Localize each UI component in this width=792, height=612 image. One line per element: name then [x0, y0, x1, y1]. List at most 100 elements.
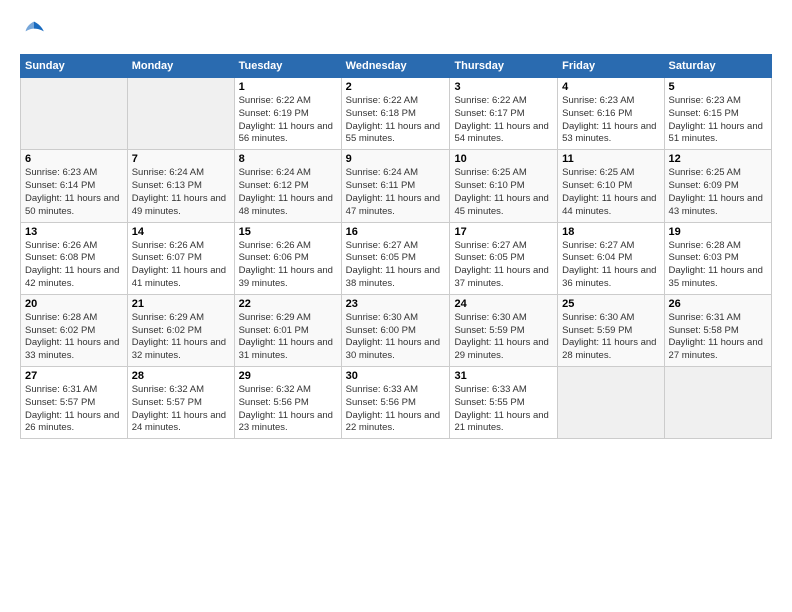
day-detail: Sunrise: 6:24 AM Sunset: 6:11 PM Dayligh…	[346, 167, 446, 218]
day-number: 13	[25, 226, 123, 238]
day-detail: Sunrise: 6:28 AM Sunset: 6:02 PM Dayligh…	[25, 312, 123, 363]
calendar-cell: 18 Sunrise: 6:27 AM Sunset: 6:04 PM Dayli…	[558, 222, 664, 294]
day-detail: Sunrise: 6:30 AM Sunset: 6:00 PM Dayligh…	[346, 312, 446, 363]
calendar-cell: 16 Sunrise: 6:27 AM Sunset: 6:05 PM Dayli…	[341, 222, 450, 294]
day-detail: Sunrise: 6:22 AM Sunset: 6:17 PM Dayligh…	[454, 95, 553, 146]
day-number: 12	[669, 153, 767, 165]
calendar-cell: 31 Sunrise: 6:33 AM Sunset: 5:55 PM Dayli…	[450, 367, 558, 439]
logo	[20, 16, 52, 44]
calendar-week-4: 27Sunrise: 6:31 AM Sunset: 5:57 PM Dayli…	[21, 367, 772, 439]
calendar-cell: 15 Sunrise: 6:26 AM Sunset: 6:06 PM Dayli…	[234, 222, 341, 294]
day-number: 3	[454, 81, 553, 93]
day-number: 21	[132, 298, 230, 310]
day-detail: Sunrise: 6:25 AM Sunset: 6:10 PM Dayligh…	[454, 167, 553, 218]
calendar-cell: 22Sunrise: 6:29 AM Sunset: 6:01 PM Dayli…	[234, 294, 341, 366]
day-detail: Sunrise: 6:24 AM Sunset: 6:12 PM Dayligh…	[239, 167, 337, 218]
calendar-cell: 10 Sunrise: 6:25 AM Sunset: 6:10 PM Dayli…	[450, 150, 558, 222]
day-number: 23	[346, 298, 446, 310]
calendar-cell	[127, 78, 234, 150]
day-number: 17	[454, 226, 553, 238]
calendar-cell: 7 Sunrise: 6:24 AM Sunset: 6:13 PM Daylig…	[127, 150, 234, 222]
calendar-week-1: 6 Sunrise: 6:23 AM Sunset: 6:14 PM Daylig…	[21, 150, 772, 222]
day-detail: Sunrise: 6:27 AM Sunset: 6:04 PM Dayligh…	[562, 240, 659, 291]
calendar-cell: 14 Sunrise: 6:26 AM Sunset: 6:07 PM Dayli…	[127, 222, 234, 294]
calendar-week-0: 1 Sunrise: 6:22 AM Sunset: 6:19 PM Daylig…	[21, 78, 772, 150]
calendar-week-2: 13 Sunrise: 6:26 AM Sunset: 6:08 PM Dayli…	[21, 222, 772, 294]
page: SundayMondayTuesdayWednesdayThursdayFrid…	[0, 0, 792, 612]
calendar-cell: 19 Sunrise: 6:28 AM Sunset: 6:03 PM Dayli…	[664, 222, 771, 294]
day-number: 31	[454, 370, 553, 382]
calendar-cell: 23 Sunrise: 6:30 AM Sunset: 6:00 PM Dayli…	[341, 294, 450, 366]
day-detail: Sunrise: 6:23 AM Sunset: 6:16 PM Dayligh…	[562, 95, 659, 146]
day-detail: Sunrise: 6:26 AM Sunset: 6:07 PM Dayligh…	[132, 240, 230, 291]
calendar-cell: 17 Sunrise: 6:27 AM Sunset: 6:05 PM Dayli…	[450, 222, 558, 294]
calendar-cell: 13 Sunrise: 6:26 AM Sunset: 6:08 PM Dayli…	[21, 222, 128, 294]
day-number: 19	[669, 226, 767, 238]
calendar-cell: 30Sunrise: 6:33 AM Sunset: 5:56 PM Dayli…	[341, 367, 450, 439]
day-number: 7	[132, 153, 230, 165]
day-number: 5	[669, 81, 767, 93]
day-detail: Sunrise: 6:24 AM Sunset: 6:13 PM Dayligh…	[132, 167, 230, 218]
day-number: 26	[669, 298, 767, 310]
day-detail: Sunrise: 6:33 AM Sunset: 5:56 PM Dayligh…	[346, 384, 446, 435]
day-detail: Sunrise: 6:25 AM Sunset: 6:10 PM Dayligh…	[562, 167, 659, 218]
day-number: 14	[132, 226, 230, 238]
calendar-cell	[21, 78, 128, 150]
day-detail: Sunrise: 6:32 AM Sunset: 5:56 PM Dayligh…	[239, 384, 337, 435]
calendar-cell: 29Sunrise: 6:32 AM Sunset: 5:56 PM Dayli…	[234, 367, 341, 439]
day-detail: Sunrise: 6:33 AM Sunset: 5:55 PM Dayligh…	[454, 384, 553, 435]
day-number: 10	[454, 153, 553, 165]
calendar-header-tuesday: Tuesday	[234, 55, 341, 78]
calendar-cell: 3 Sunrise: 6:22 AM Sunset: 6:17 PM Daylig…	[450, 78, 558, 150]
header	[20, 16, 772, 44]
day-number: 28	[132, 370, 230, 382]
calendar-cell: 20 Sunrise: 6:28 AM Sunset: 6:02 PM Dayli…	[21, 294, 128, 366]
day-number: 15	[239, 226, 337, 238]
calendar-cell	[664, 367, 771, 439]
day-detail: Sunrise: 6:27 AM Sunset: 6:05 PM Dayligh…	[454, 240, 553, 291]
calendar-header-sunday: Sunday	[21, 55, 128, 78]
day-detail: Sunrise: 6:26 AM Sunset: 6:08 PM Dayligh…	[25, 240, 123, 291]
calendar-cell: 26 Sunrise: 6:31 AM Sunset: 5:58 PM Dayli…	[664, 294, 771, 366]
day-number: 9	[346, 153, 446, 165]
calendar-cell: 21Sunrise: 6:29 AM Sunset: 6:02 PM Dayli…	[127, 294, 234, 366]
calendar-cell: 8 Sunrise: 6:24 AM Sunset: 6:12 PM Daylig…	[234, 150, 341, 222]
calendar-cell: 27Sunrise: 6:31 AM Sunset: 5:57 PM Dayli…	[21, 367, 128, 439]
day-detail: Sunrise: 6:23 AM Sunset: 6:14 PM Dayligh…	[25, 167, 123, 218]
calendar-cell: 4Sunrise: 6:23 AM Sunset: 6:16 PM Daylig…	[558, 78, 664, 150]
calendar-table: SundayMondayTuesdayWednesdayThursdayFrid…	[20, 54, 772, 439]
day-detail: Sunrise: 6:23 AM Sunset: 6:15 PM Dayligh…	[669, 95, 767, 146]
calendar-cell	[558, 367, 664, 439]
calendar-cell: 9 Sunrise: 6:24 AM Sunset: 6:11 PM Daylig…	[341, 150, 450, 222]
calendar-header-row: SundayMondayTuesdayWednesdayThursdayFrid…	[21, 55, 772, 78]
calendar-header-wednesday: Wednesday	[341, 55, 450, 78]
day-detail: Sunrise: 6:27 AM Sunset: 6:05 PM Dayligh…	[346, 240, 446, 291]
calendar-header-monday: Monday	[127, 55, 234, 78]
calendar-cell: 12Sunrise: 6:25 AM Sunset: 6:09 PM Dayli…	[664, 150, 771, 222]
day-number: 22	[239, 298, 337, 310]
calendar-cell: 5 Sunrise: 6:23 AM Sunset: 6:15 PM Daylig…	[664, 78, 771, 150]
day-number: 1	[239, 81, 337, 93]
day-number: 20	[25, 298, 123, 310]
calendar-cell: 11 Sunrise: 6:25 AM Sunset: 6:10 PM Dayli…	[558, 150, 664, 222]
day-number: 6	[25, 153, 123, 165]
logo-icon	[20, 16, 48, 44]
day-detail: Sunrise: 6:26 AM Sunset: 6:06 PM Dayligh…	[239, 240, 337, 291]
calendar-header-thursday: Thursday	[450, 55, 558, 78]
day-number: 8	[239, 153, 337, 165]
day-number: 27	[25, 370, 123, 382]
calendar-cell: 1 Sunrise: 6:22 AM Sunset: 6:19 PM Daylig…	[234, 78, 341, 150]
day-detail: Sunrise: 6:22 AM Sunset: 6:19 PM Dayligh…	[239, 95, 337, 146]
day-number: 18	[562, 226, 659, 238]
day-number: 2	[346, 81, 446, 93]
calendar-cell: 24Sunrise: 6:30 AM Sunset: 5:59 PM Dayli…	[450, 294, 558, 366]
calendar-cell: 25Sunrise: 6:30 AM Sunset: 5:59 PM Dayli…	[558, 294, 664, 366]
calendar-cell: 2Sunrise: 6:22 AM Sunset: 6:18 PM Daylig…	[341, 78, 450, 150]
day-number: 25	[562, 298, 659, 310]
day-detail: Sunrise: 6:28 AM Sunset: 6:03 PM Dayligh…	[669, 240, 767, 291]
day-detail: Sunrise: 6:31 AM Sunset: 5:58 PM Dayligh…	[669, 312, 767, 363]
calendar-header-saturday: Saturday	[664, 55, 771, 78]
calendar-cell: 6 Sunrise: 6:23 AM Sunset: 6:14 PM Daylig…	[21, 150, 128, 222]
day-number: 11	[562, 153, 659, 165]
day-number: 16	[346, 226, 446, 238]
